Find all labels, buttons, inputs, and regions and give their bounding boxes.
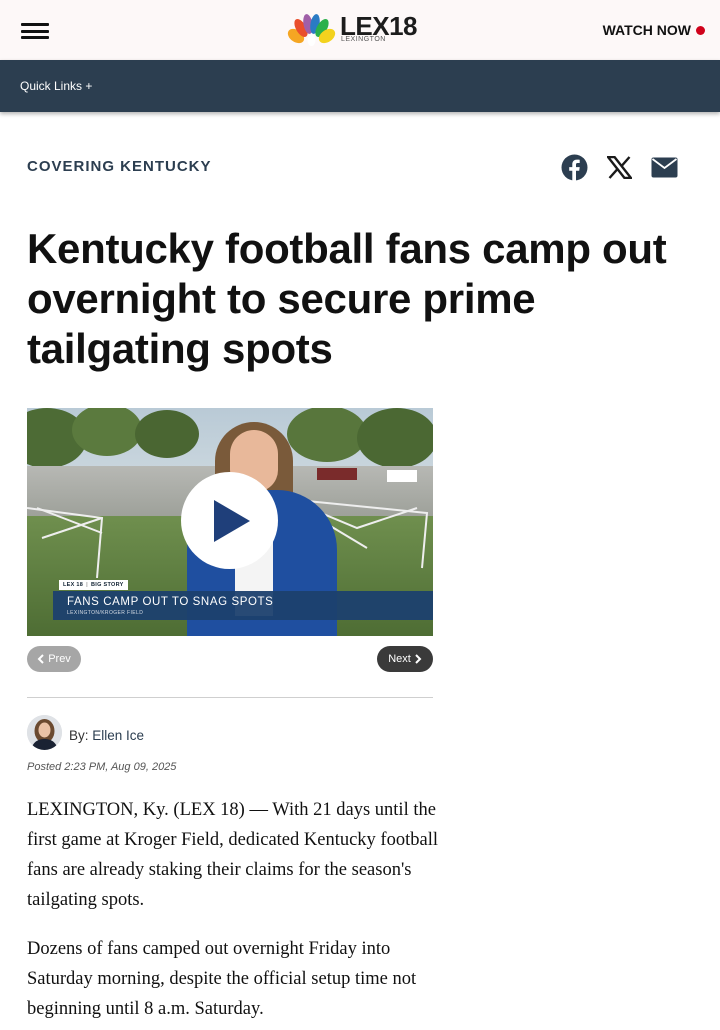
- logo-subtitle: LEXINGTON: [341, 36, 386, 43]
- watch-now-label: WATCH NOW: [602, 22, 691, 38]
- live-dot-icon: [696, 25, 705, 35]
- x-icon[interactable]: [606, 154, 633, 181]
- lower-third-tag: LEX 18 | BIG STORY: [59, 580, 128, 590]
- play-icon: [213, 499, 250, 542]
- article-headline: Kentucky football fans camp out overnigh…: [27, 225, 667, 372]
- section-label[interactable]: COVERING KENTUCKY: [27, 158, 212, 175]
- quick-links-toggle[interactable]: Quick Links +: [20, 79, 92, 93]
- article-paragraph: LEXINGTON, Ky. (LEX 18) — With 21 days u…: [27, 800, 438, 910]
- author-link[interactable]: Ellen Ice: [92, 728, 144, 743]
- nbc-peacock-icon: [287, 14, 336, 46]
- divider: [27, 697, 433, 698]
- watch-now-button[interactable]: WATCH NOW: [603, 22, 705, 38]
- author-avatar[interactable]: [27, 715, 62, 750]
- quick-links-bar: Quick Links +: [0, 60, 720, 112]
- chevron-left-icon: [37, 654, 44, 664]
- chevron-right-icon: [415, 654, 422, 664]
- posted-timestamp: Posted 2:23 PM, Aug 09, 2025: [27, 761, 177, 773]
- video-lower-third: LEX 18 | BIG STORY FANS CAMP OUT TO SNAG…: [53, 580, 433, 620]
- lower-third-subtitle: LEXINGTON/KROGER FIELD: [67, 610, 144, 616]
- email-icon[interactable]: [651, 154, 678, 181]
- lower-third-title: FANS CAMP OUT TO SNAG SPOTS: [67, 596, 274, 608]
- article-paragraph: Dozens of fans camped out overnight Frid…: [27, 939, 417, 1019]
- next-button[interactable]: Next: [377, 646, 433, 672]
- prev-button[interactable]: Prev: [27, 646, 81, 672]
- menu-icon[interactable]: [21, 23, 49, 39]
- site-header: LEX18 LEXINGTON WATCH NOW: [0, 0, 720, 60]
- byline: By: Ellen Ice: [69, 728, 145, 743]
- play-button[interactable]: [181, 472, 278, 569]
- facebook-icon[interactable]: [561, 154, 588, 181]
- share-icons: [561, 154, 678, 181]
- site-logo[interactable]: LEX18 LEXINGTON: [286, 12, 436, 46]
- video-player[interactable]: LEX 18 | BIG STORY FANS CAMP OUT TO SNAG…: [27, 408, 433, 636]
